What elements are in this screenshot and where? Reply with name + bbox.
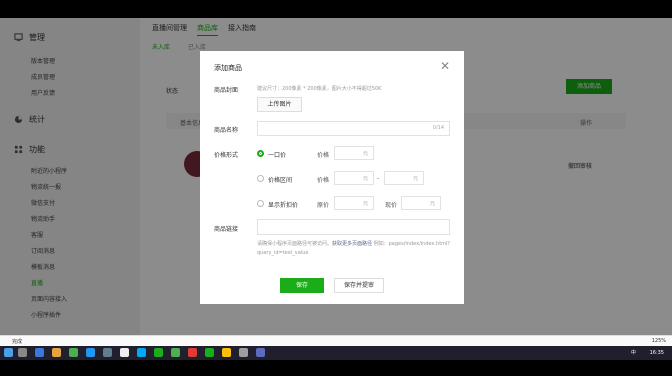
taskbar-tray: 中 16:35 <box>631 349 664 356</box>
app-icon[interactable] <box>256 348 265 357</box>
app-icon[interactable] <box>137 348 146 357</box>
fixed-price-input[interactable]: 元 <box>334 146 374 160</box>
windows-taskbar: 中 16:35 <box>0 346 672 360</box>
link-label: 商品链接 <box>214 226 239 233</box>
price-discount-label: 显示折扣价 <box>268 202 299 209</box>
save-submit-button[interactable]: 保存并提审 <box>334 278 384 293</box>
app-icon[interactable] <box>188 348 197 357</box>
original-price-input[interactable]: 元 <box>334 196 374 210</box>
browser-icon[interactable] <box>86 348 95 357</box>
app-icon[interactable] <box>239 348 248 357</box>
wechat-icon[interactable] <box>154 348 163 357</box>
name-char-count: 0/14 <box>432 125 444 131</box>
windows-start-icon[interactable] <box>4 348 13 357</box>
range-separator: - <box>377 175 380 182</box>
add-product-dialog: 添加商品 ✕ 商品封面 建议尺寸：200像素 * 200像素，图片大小不得超过5… <box>200 51 464 304</box>
close-icon[interactable]: ✕ <box>440 60 450 72</box>
unit-label: 元 <box>362 151 368 157</box>
upload-image-button[interactable]: 上传图片 <box>257 97 302 112</box>
product-link-input[interactable] <box>257 219 450 235</box>
save-button[interactable]: 保存 <box>280 278 324 293</box>
app-icon[interactable] <box>171 348 180 357</box>
price-fixed-radio[interactable] <box>257 150 264 157</box>
zoom-level[interactable]: 125% <box>652 338 666 344</box>
price-form-label: 价格形式 <box>214 152 239 159</box>
browser-status-bar: 完成 125% <box>0 335 672 346</box>
price-range-radio[interactable] <box>257 175 264 182</box>
range-min-input[interactable]: 元 <box>334 171 374 185</box>
range-max-input[interactable]: 元 <box>384 171 424 185</box>
price-field-label: 价格 <box>317 152 330 159</box>
original-price-label: 原价 <box>317 202 330 209</box>
ime-indicator[interactable]: 中 <box>631 350 636 356</box>
dialog-title: 添加商品 <box>214 64 242 72</box>
clock[interactable]: 16:35 <box>650 350 664 356</box>
chrome-icon[interactable] <box>120 348 129 357</box>
unit-label: 元 <box>429 201 435 207</box>
wechat-devtools-icon[interactable] <box>205 348 214 357</box>
product-name-input[interactable]: 0/14 <box>257 121 450 136</box>
price-range-label: 价格区间 <box>268 177 293 184</box>
unit-label: 元 <box>362 201 368 207</box>
app-icon[interactable] <box>35 348 44 357</box>
search-icon[interactable] <box>18 348 27 357</box>
price-field-label: 价格 <box>317 177 330 184</box>
unit-label: 元 <box>412 176 418 182</box>
current-price-label: 现价 <box>385 202 398 209</box>
app-icon[interactable] <box>103 348 112 357</box>
unit-label: 元 <box>362 176 368 182</box>
cover-label: 商品封面 <box>214 87 239 94</box>
more-paths-link[interactable]: 获取更多页面路径 <box>332 241 372 247</box>
status-text: 完成 <box>12 339 23 345</box>
letterbox-bottom <box>0 360 672 376</box>
price-discount-radio[interactable] <box>257 200 264 207</box>
current-price-input[interactable]: 元 <box>401 196 441 210</box>
folder-icon[interactable] <box>52 348 61 357</box>
browser-top-bar <box>0 0 672 18</box>
link-hint: 请确保小程序页面路径可被访问。获取更多页面路径 例如：pages/index/i… <box>257 240 453 258</box>
cover-hint: 建议尺寸：200像素 * 200像素，图片大小不得超过50K <box>257 86 382 92</box>
app-icon[interactable] <box>69 348 78 357</box>
name-label: 商品名称 <box>214 127 239 134</box>
price-fixed-label: 一口价 <box>268 152 287 159</box>
link-hint-text: 请确保小程序页面路径可被访问。 <box>257 241 333 247</box>
app-icon[interactable] <box>222 348 231 357</box>
